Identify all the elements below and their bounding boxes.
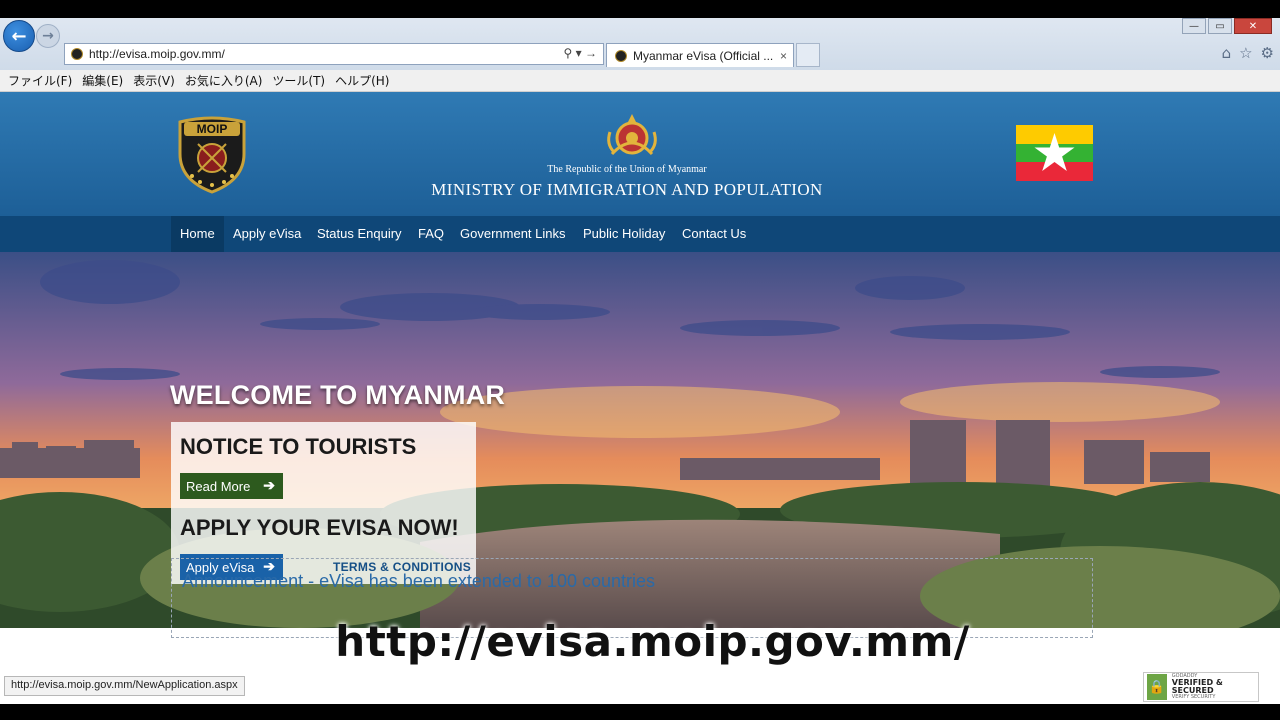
site-favicon <box>71 48 83 60</box>
menu-bar: ファイル(F) 編集(E) 表示(V) お気に入り(A) ツール(T) ヘルプ(… <box>0 70 1280 92</box>
menu-edit[interactable]: 編集(E) <box>80 72 131 89</box>
gear-icon[interactable]: ⚙ <box>1261 44 1274 62</box>
minimize-icon[interactable]: — <box>1182 18 1206 34</box>
tab-title: Myanmar eVisa (Official ... <box>633 48 774 63</box>
new-tab-button[interactable] <box>796 43 820 67</box>
godaddy-verify: VERIFY SECURITY <box>1171 694 1216 700</box>
tab-favicon <box>615 49 627 62</box>
read-more-button[interactable]: Read More ➔ <box>180 473 283 499</box>
ministry-title: MINISTRY OF IMMIGRATION AND POPULATION <box>431 180 823 199</box>
moip-logo-text: MOIP <box>197 122 228 136</box>
address-url: http://evisa.moip.gov.mm/ <box>89 47 225 61</box>
status-bar-url: http://evisa.moip.gov.mm/NewApplication.… <box>4 676 245 696</box>
state-seal-icon <box>607 114 657 156</box>
nav-home[interactable]: Home <box>171 216 224 252</box>
nav-government-links[interactable]: Government Links <box>451 216 575 252</box>
back-icon[interactable]: ← <box>3 20 35 52</box>
window-controls: — ▭ ✕ <box>1182 18 1272 34</box>
menu-view[interactable]: 表示(V) <box>131 72 183 89</box>
apply-evisa-heading: APPLY YOUR EVISA NOW! <box>180 515 459 540</box>
site-header: MOIP The Republic of the Union of Myanma… <box>0 92 1280 216</box>
read-more-label: Read More <box>186 478 251 494</box>
nav-status-enquiry[interactable]: Status Enquiry <box>308 216 411 252</box>
announcement-link[interactable]: Announcement - eVisa has been extended t… <box>182 571 655 592</box>
menu-file[interactable]: ファイル(F) <box>6 72 80 89</box>
godaddy-verified: VERIFIED & SECURED <box>1171 678 1223 695</box>
nav-public-holiday[interactable]: Public Holiday <box>574 216 674 252</box>
maximize-icon[interactable]: ▭ <box>1208 18 1232 34</box>
window-top-bar <box>0 0 1280 18</box>
menu-help[interactable]: ヘルプ(H) <box>333 72 397 89</box>
star-icon[interactable]: ☆ <box>1239 44 1252 62</box>
tab-close-icon[interactable]: × <box>780 49 787 63</box>
browser-toolbar-icons: ⌂ ☆ ⚙ <box>1222 44 1274 62</box>
lock-icon: 🔒 <box>1147 674 1167 700</box>
address-bar[interactable]: http://evisa.moip.gov.mm/ ⚲ ▾ → <box>64 43 604 65</box>
search-icon[interactable]: ⚲ <box>563 46 572 60</box>
browser-window: — ▭ ✕ ← → http://evisa.moip.gov.mm/ ⚲ ▾ … <box>0 0 1280 720</box>
nav-faq[interactable]: FAQ <box>409 216 453 252</box>
main-navigation: Home Apply eVisa Status Enquiry FAQ Gove… <box>0 216 1280 252</box>
godaddy-seal[interactable]: 🔒 GODADDY VERIFIED & SECURED VERIFY SECU… <box>1143 672 1259 702</box>
menu-favorites[interactable]: お気に入り(A) <box>183 72 271 89</box>
browser-tab[interactable]: Myanmar eVisa (Official ... × <box>606 43 794 67</box>
notice-title: NOTICE TO TOURISTS <box>180 434 417 459</box>
refresh-icon[interactable]: → <box>585 46 597 60</box>
window-bottom-bar <box>0 704 1280 720</box>
menu-tools[interactable]: ツール(T) <box>270 72 333 89</box>
forward-icon[interactable]: → <box>36 24 60 48</box>
myanmar-flag-icon <box>1016 125 1093 181</box>
welcome-heading: WELCOME TO MYANMAR <box>170 380 506 410</box>
nav-contact-us[interactable]: Contact Us <box>673 216 755 252</box>
close-icon[interactable]: ✕ <box>1234 18 1272 34</box>
nav-apply-evisa[interactable]: Apply eVisa <box>224 216 310 252</box>
home-icon[interactable]: ⌂ <box>1222 44 1232 62</box>
video-overlay-url: http://evisa.moip.gov.mm/ <box>335 617 970 666</box>
dropdown-icon[interactable]: ▾ <box>576 46 582 60</box>
arrow-right-icon: ➔ <box>263 477 275 493</box>
